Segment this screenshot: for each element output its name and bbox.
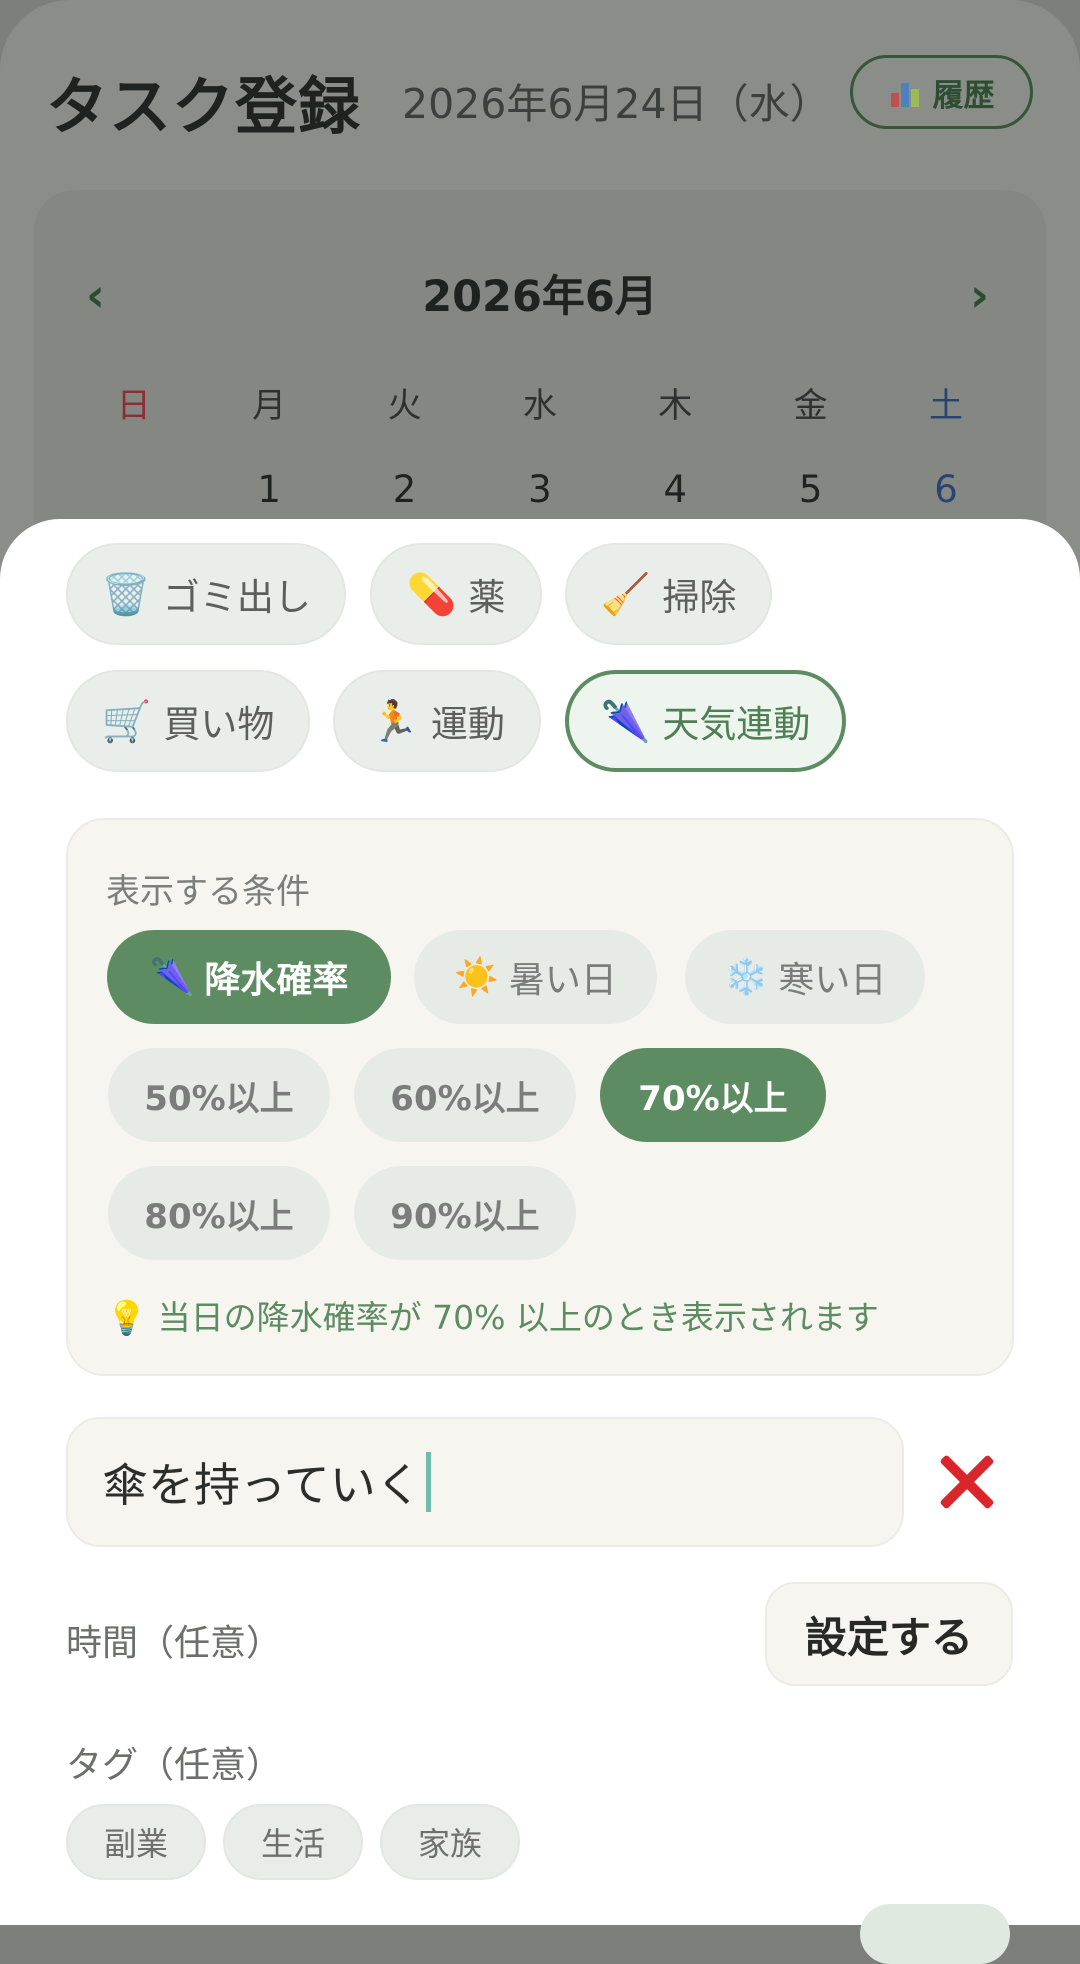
text-caret (425, 1452, 431, 1512)
tag-side-job[interactable]: 副業 (66, 1804, 206, 1880)
category-label: ゴミ出し (162, 576, 311, 619)
category-label: 薬 (468, 576, 506, 619)
condition-label: 寒い日 (778, 960, 887, 1001)
condition-hint: 💡 当日の降水確率が 70% 以上のとき表示されます (106, 1291, 879, 1339)
condition-heading: 表示する条件 (106, 872, 310, 912)
category-garbage-chip[interactable]: 🗑️ ゴミ出し (66, 543, 346, 645)
umbrella-icon: 🌂 (600, 698, 651, 745)
runner-icon: 🏃 (369, 698, 419, 745)
condition-label: 暑い日 (508, 960, 617, 1001)
category-exercise-chip[interactable]: 🏃 運動 (333, 670, 541, 772)
category-label: 掃除 (662, 576, 737, 619)
pill-icon: 💊 (406, 571, 457, 618)
category-label: 買い物 (163, 703, 275, 746)
broom-icon: 🧹 (600, 571, 651, 618)
threshold-90-pill[interactable]: 90%以上 (354, 1166, 576, 1260)
category-weather-chip[interactable]: 🌂 天気連動 (565, 670, 846, 772)
threshold-70-pill[interactable]: 70%以上 (600, 1048, 826, 1142)
sun-icon: ☀️ (454, 957, 499, 998)
condition-cold-pill[interactable]: ❄️ 寒い日 (685, 930, 925, 1024)
category-label: 運動 (430, 703, 505, 746)
calendar-month-title: 2026年6月 (422, 272, 658, 322)
close-icon[interactable] (936, 1452, 996, 1512)
weekday-fri: 金 (793, 386, 828, 426)
calendar-day-empty (66, 468, 201, 511)
tag-family[interactable]: 家族 (380, 1804, 520, 1880)
category-shopping-chip[interactable]: 🛒 買い物 (66, 670, 310, 772)
calendar-day[interactable]: 5 (743, 468, 878, 511)
calendar-day[interactable]: 2 (337, 468, 472, 511)
hint-text: 当日の降水確率が 70% 以上のとき表示されます (157, 1298, 879, 1337)
category-cleaning-chip[interactable]: 🧹 掃除 (565, 543, 772, 645)
tag-life[interactable]: 生活 (223, 1804, 363, 1880)
history-label: 履歴 (932, 77, 995, 114)
weekday-header: 日 月 火 水 木 金 土 (66, 378, 1014, 427)
threshold-60-pill[interactable]: 60%以上 (354, 1048, 576, 1142)
tag-label: タグ（任意） (66, 1745, 283, 1786)
task-name-input[interactable]: 傘を持っていく (66, 1417, 904, 1547)
history-button[interactable]: 履歴 (850, 55, 1033, 129)
task-name-value: 傘を持っていく (102, 1458, 422, 1512)
time-label: 時間（任意） (66, 1623, 283, 1664)
calendar-day[interactable]: 4 (608, 468, 743, 511)
shopping-cart-icon: 🛒 (101, 698, 152, 745)
bar-chart-icon (889, 77, 923, 107)
partial-button[interactable] (860, 1904, 1010, 1964)
calendar-day[interactable]: 1 (201, 468, 336, 511)
light-bulb-icon: 💡 (106, 1298, 148, 1337)
snowflake-icon: ❄️ (723, 957, 769, 998)
umbrella-icon: 🌂 (149, 957, 195, 998)
condition-rain-pill[interactable]: 🌂 降水確率 (107, 930, 391, 1024)
weekday-tue: 火 (387, 386, 422, 426)
current-date: 2026年6月24日（水） (402, 80, 831, 128)
category-medicine-chip[interactable]: 💊 薬 (370, 543, 542, 645)
set-time-button[interactable]: 設定する (765, 1582, 1013, 1686)
weekday-thu: 木 (658, 386, 693, 426)
weekday-sat: 土 (929, 386, 964, 426)
threshold-50-pill[interactable]: 50%以上 (108, 1048, 330, 1142)
calendar-day[interactable]: 6 (878, 468, 1013, 511)
condition-label: 降水確率 (204, 960, 349, 1001)
category-label: 天気連動 (662, 703, 811, 746)
page-title: タスク登録 (46, 70, 362, 143)
weekday-wed: 水 (522, 386, 557, 426)
condition-hot-pill[interactable]: ☀️ 暑い日 (414, 930, 657, 1024)
threshold-80-pill[interactable]: 80%以上 (108, 1166, 330, 1260)
weekday-sun: 日 (116, 386, 151, 426)
weekday-mon: 月 (252, 386, 287, 426)
calendar-day[interactable]: 3 (472, 468, 607, 511)
trash-can-icon: 🗑️ (101, 571, 151, 618)
next-month-button[interactable]: › (970, 268, 989, 322)
calendar-week-row: 1 2 3 4 5 6 (66, 468, 1014, 511)
